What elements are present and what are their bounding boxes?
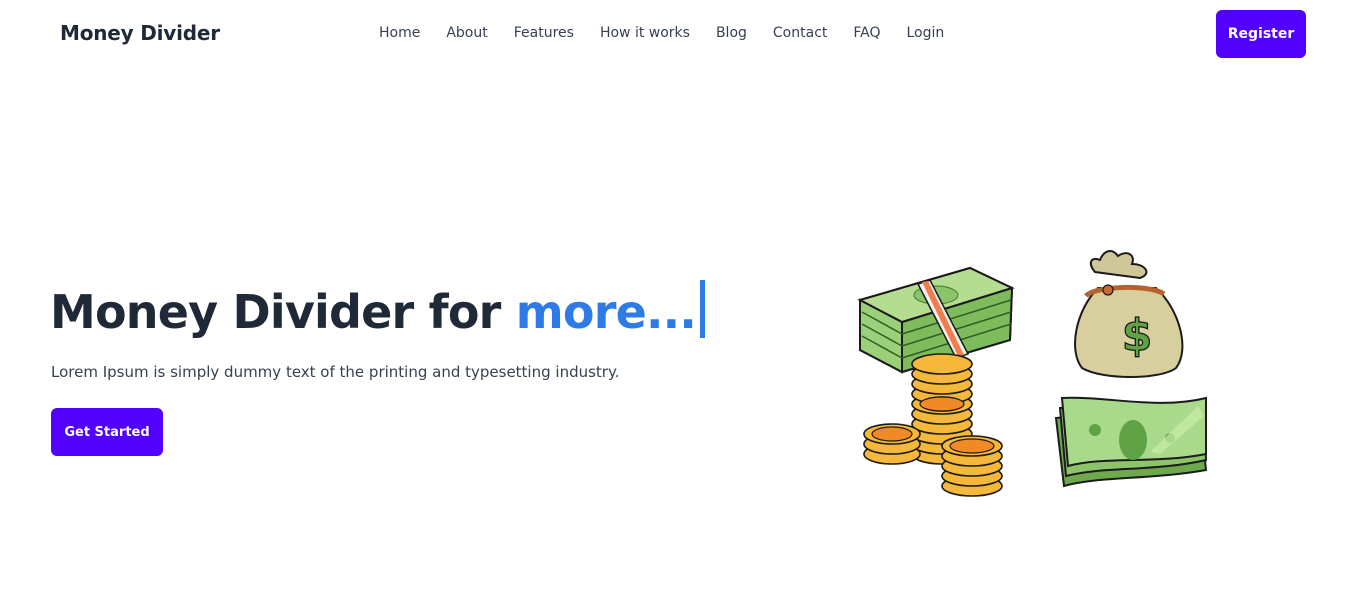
typing-caret bbox=[700, 280, 706, 338]
svg-text:$: $ bbox=[1122, 310, 1153, 361]
nav-how-it-works[interactable]: How it works bbox=[587, 25, 703, 41]
hero-title: Money Divider for more... bbox=[50, 280, 706, 339]
navbar: Money Divider Home About Features How it… bbox=[0, 0, 1348, 68]
brand-logo[interactable]: Money Divider bbox=[60, 21, 220, 45]
get-started-button[interactable]: Get Started bbox=[51, 408, 163, 456]
nav-faq[interactable]: FAQ bbox=[840, 25, 893, 41]
nav-home[interactable]: Home bbox=[366, 25, 433, 41]
money-illustration: $ bbox=[857, 250, 1208, 497]
nav-login[interactable]: Login bbox=[894, 25, 958, 41]
hero-subtitle: Lorem Ipsum is simply dummy text of the … bbox=[51, 363, 620, 381]
hero-title-accent: more... bbox=[515, 285, 697, 339]
hero-title-main: Money Divider for bbox=[50, 285, 501, 339]
banknotes-icon bbox=[1054, 396, 1208, 488]
main-nav: Home About Features How it works Blog Co… bbox=[366, 25, 957, 41]
coin-stacks-icon bbox=[863, 353, 1003, 497]
nav-blog[interactable]: Blog bbox=[703, 25, 760, 41]
nav-about[interactable]: About bbox=[433, 25, 500, 41]
nav-contact[interactable]: Contact bbox=[760, 25, 840, 41]
nav-features[interactable]: Features bbox=[501, 25, 587, 41]
register-button[interactable]: Register bbox=[1216, 10, 1306, 58]
money-bag-icon: $ bbox=[1074, 250, 1184, 378]
